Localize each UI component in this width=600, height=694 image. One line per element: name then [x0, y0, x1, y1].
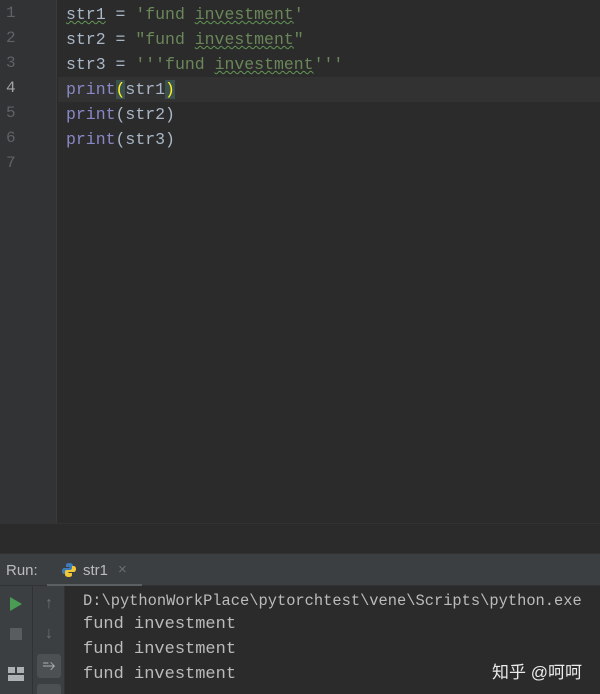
paren: ) [165, 130, 175, 149]
argument: str2 [125, 105, 166, 124]
line-number: 4 [6, 79, 16, 97]
string: investment [194, 5, 294, 24]
quote: " [135, 30, 146, 49]
console-line: fund investment [83, 615, 237, 634]
quote: ' [135, 5, 146, 24]
line-number: 5 [6, 104, 16, 122]
string: fund [145, 30, 195, 49]
watermark: 知乎 @呵呵 [492, 663, 582, 682]
line-number-gutter: 1 2 3 4 5 6 7 [0, 0, 57, 523]
variable: str3 [66, 55, 106, 74]
console-line: fund investment [83, 640, 237, 659]
argument: str1 [125, 80, 166, 99]
code-editor[interactable]: 1 2 3 4 5 6 7 str1 = 'fund investment' s… [0, 0, 600, 523]
code-line[interactable]: print(str3) [66, 127, 175, 152]
tab-str1[interactable]: str1 × [47, 554, 142, 587]
quote: ' [293, 5, 304, 24]
line-number: 2 [6, 29, 16, 47]
quote: ''' [313, 55, 344, 74]
line-number: 7 [6, 154, 16, 172]
console-line: D:\pythonWorkPlace\pytorchtest\vene\Scri… [83, 592, 582, 610]
scroll-to-end-button[interactable] [37, 684, 61, 694]
quote: ''' [135, 55, 166, 74]
operator: = [105, 55, 136, 74]
layout-icon [8, 667, 24, 681]
rerun-button[interactable] [6, 594, 26, 614]
quote: " [293, 30, 304, 49]
paren: ) [165, 80, 175, 99]
stop-button[interactable] [6, 624, 26, 644]
operator: = [105, 30, 136, 49]
argument: str3 [125, 130, 166, 149]
code-line[interactable]: str1 = 'fund investment' [66, 2, 304, 27]
run-label: Run: [6, 562, 38, 579]
arrow-up-icon: ↑ [45, 595, 53, 612]
close-tab-icon[interactable]: × [118, 561, 127, 578]
code-line[interactable]: print(str2) [66, 102, 175, 127]
line-number: 6 [6, 129, 16, 147]
function: print [66, 130, 116, 149]
string: fund [145, 5, 195, 24]
run-side-toolbar [0, 586, 33, 694]
tab-label: str1 [83, 562, 109, 579]
wrap-icon: ⥱ [42, 657, 56, 674]
stop-icon [10, 628, 22, 640]
string: investment [214, 55, 314, 74]
variable: str2 [66, 30, 106, 49]
paren: ) [165, 105, 175, 124]
variable: str1 [66, 5, 106, 24]
layout-button[interactable] [6, 664, 26, 684]
paren: ( [115, 105, 126, 124]
python-icon [62, 563, 76, 577]
line-number: 3 [6, 54, 16, 72]
console-line: fund investment [83, 665, 237, 684]
code-line[interactable]: print(str1) [66, 77, 175, 102]
operator: = [105, 5, 136, 24]
console-side-toolbar: ↑ ↓ ⥱ [33, 586, 65, 694]
scroll-down-button[interactable]: ↓ [39, 624, 59, 644]
scroll-up-button[interactable]: ↑ [39, 594, 59, 614]
panel-divider[interactable] [0, 523, 600, 553]
line-number: 1 [6, 4, 16, 22]
string: fund [165, 55, 215, 74]
string: investment [194, 30, 294, 49]
paren: ( [115, 80, 126, 99]
code-line[interactable]: str2 = "fund investment" [66, 27, 304, 52]
soft-wrap-button[interactable]: ⥱ [37, 654, 61, 678]
paren: ( [115, 130, 126, 149]
code-line[interactable]: str3 = '''fund investment''' [66, 52, 343, 77]
function: print [66, 80, 116, 99]
run-toolbar: Run: str1 × [0, 553, 600, 587]
play-icon [10, 597, 22, 611]
arrow-down-icon: ↓ [45, 625, 53, 642]
function: print [66, 105, 116, 124]
